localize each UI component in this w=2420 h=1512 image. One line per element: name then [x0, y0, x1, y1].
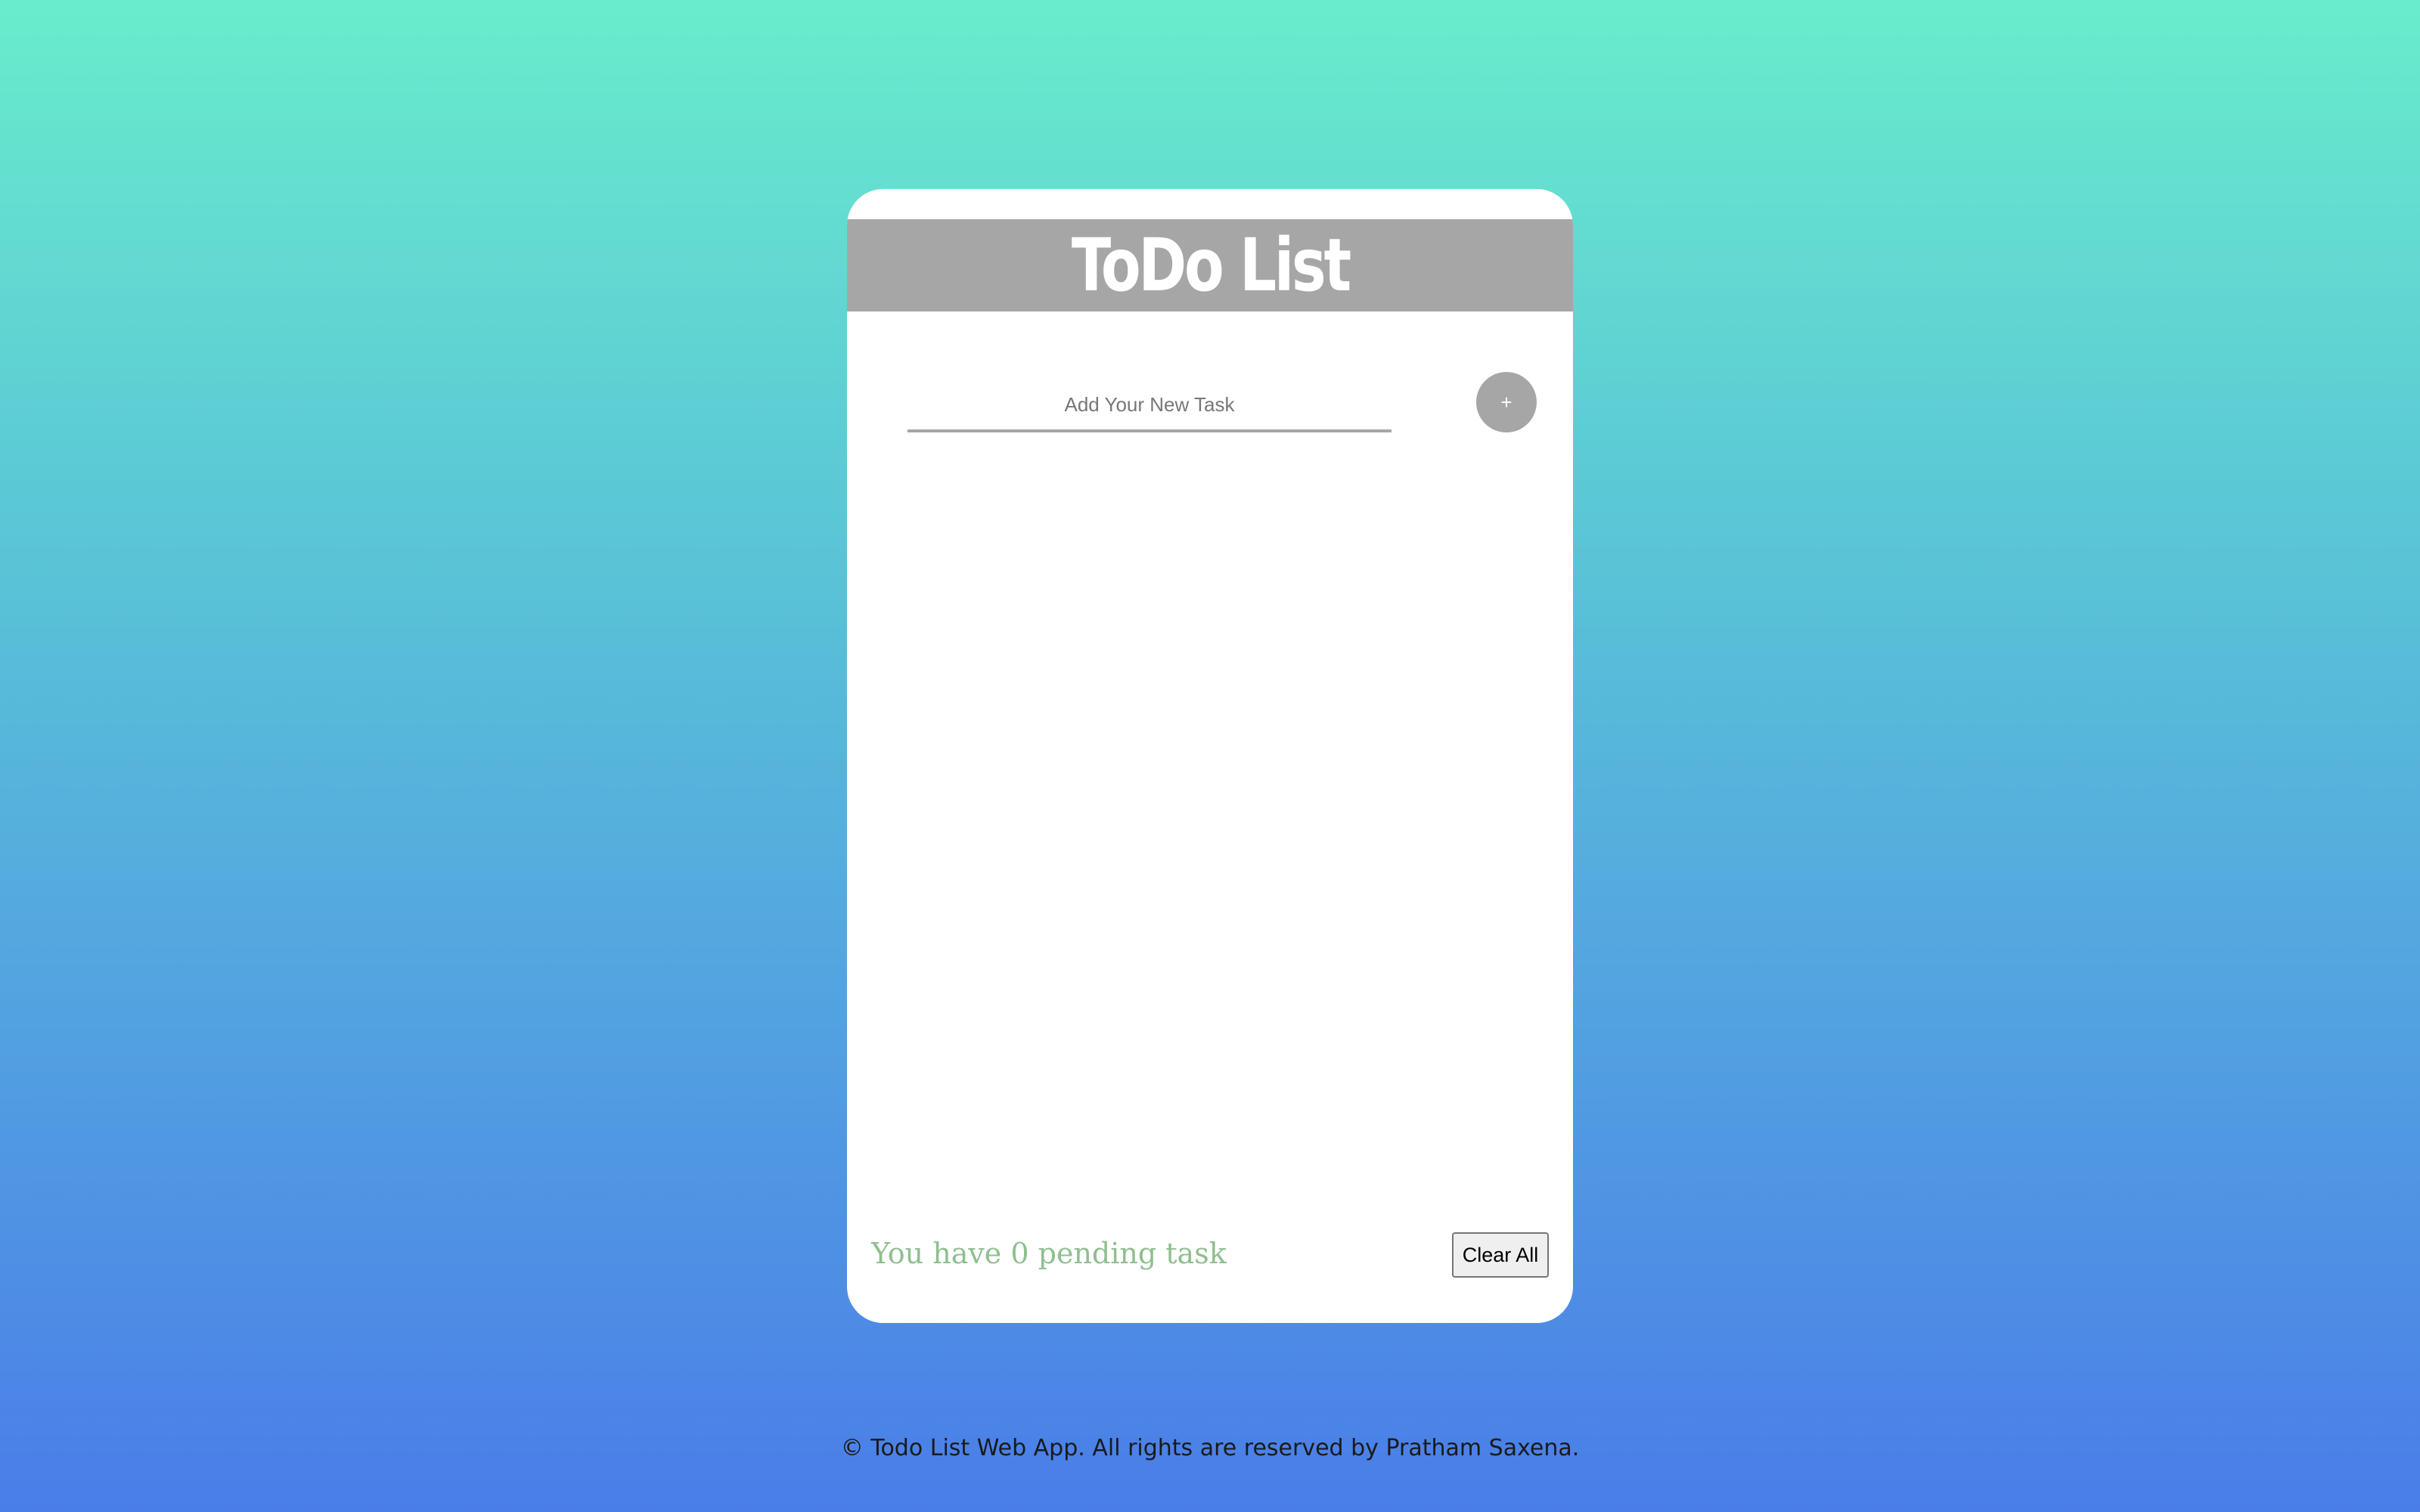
- input-row: +: [908, 372, 1537, 440]
- new-task-input[interactable]: [908, 380, 1392, 432]
- task-list: [908, 461, 1512, 1323]
- app-title: ToDo List: [1071, 223, 1351, 308]
- copyright-text: © Todo List Web App. All rights are rese…: [840, 1435, 1580, 1461]
- add-task-button[interactable]: +: [1476, 372, 1537, 432]
- pending-count-text: You have 0 pending task: [871, 1237, 1227, 1270]
- card-footer: You have 0 pending task Clear All: [871, 1232, 1549, 1285]
- header-bar: ToDo List: [847, 219, 1573, 311]
- todo-card: ToDo List + You have 0 pending task Clea…: [847, 189, 1573, 1323]
- clear-all-button[interactable]: Clear All: [1452, 1232, 1549, 1278]
